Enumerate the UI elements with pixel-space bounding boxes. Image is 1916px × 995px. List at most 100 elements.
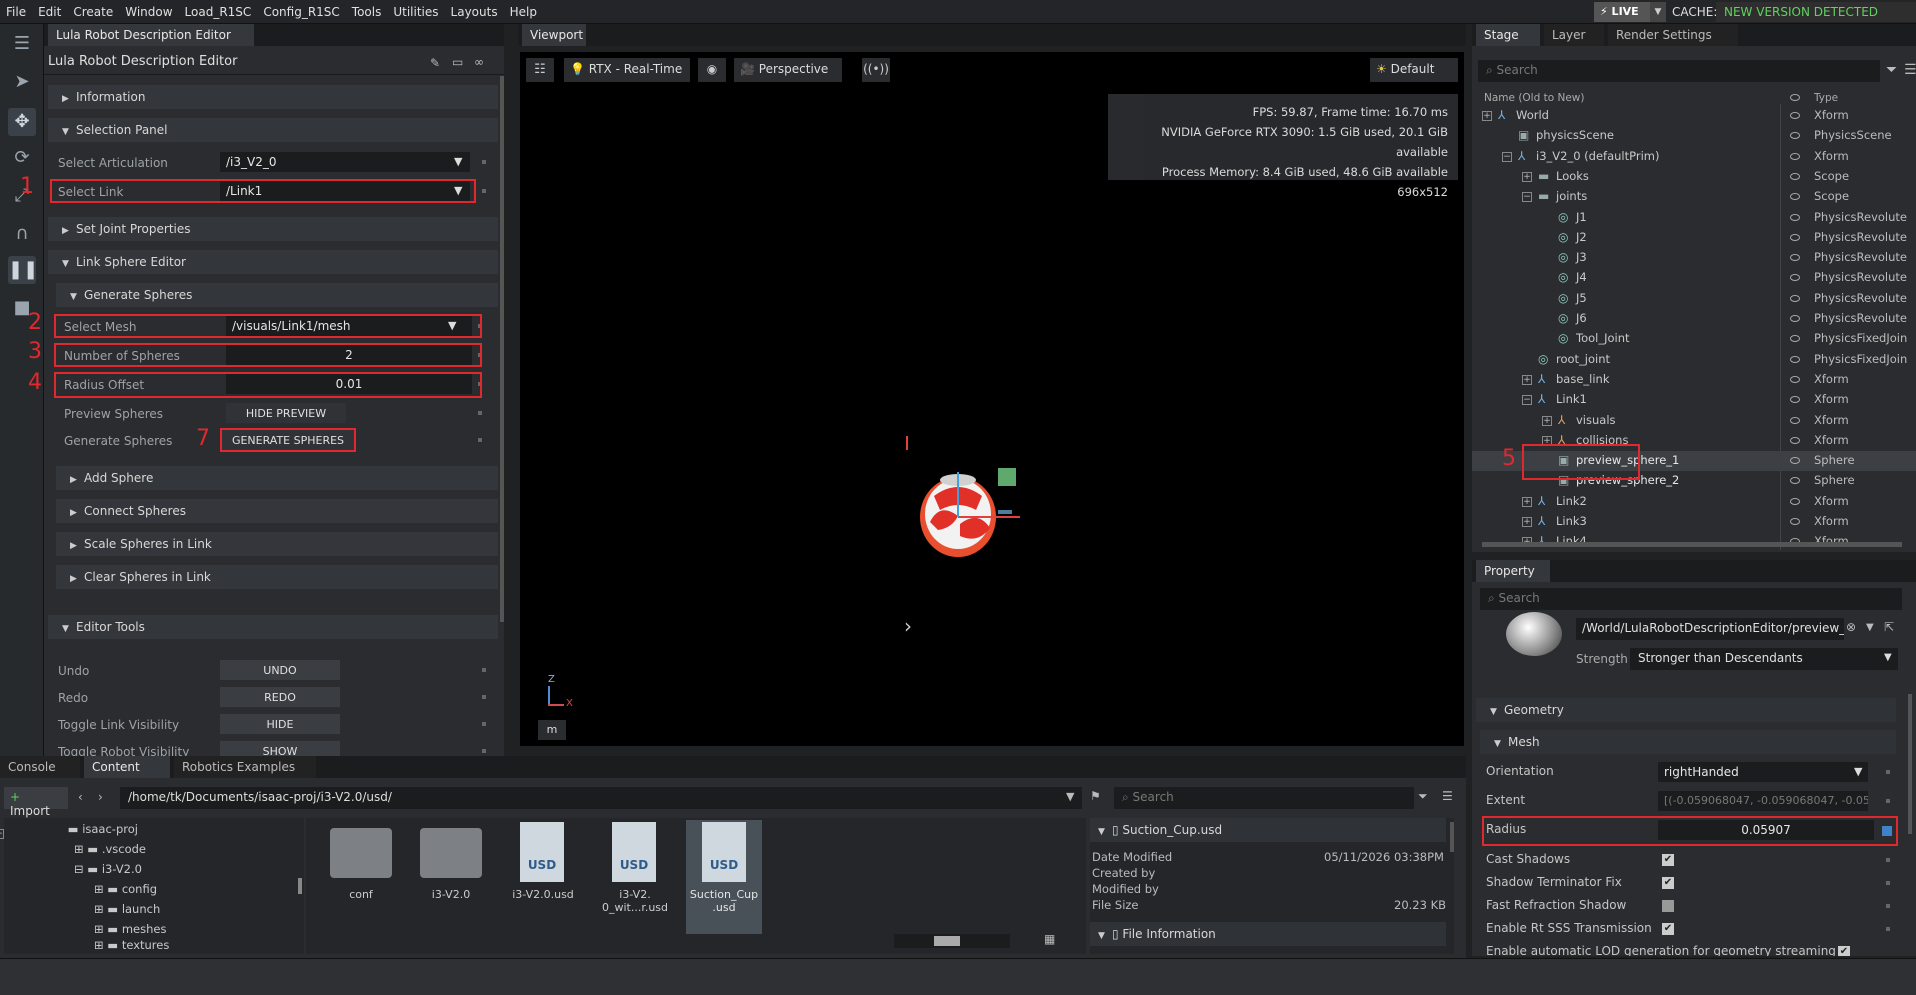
- green-gizmo-handle[interactable]: [998, 468, 1016, 486]
- menu-file[interactable]: File: [0, 0, 32, 19]
- visibility-eye-icon[interactable]: [1790, 436, 1800, 444]
- visibility-eye-icon[interactable]: [1790, 233, 1800, 241]
- stage-row[interactable]: ◎ J2 PhysicsRevolute: [1472, 228, 1916, 248]
- expand-icon[interactable]: +: [1482, 111, 1492, 121]
- tree-item-config[interactable]: ⊞ ▬ config: [94, 882, 157, 898]
- visibility-eye-icon[interactable]: [1790, 294, 1800, 302]
- usd-file-icon[interactable]: USD: [702, 822, 746, 882]
- content-path-field[interactable]: /home/tk/Documents/isaac-proj/i3-V2.0/us…: [120, 787, 1082, 809]
- visibility-eye-icon[interactable]: [1790, 396, 1800, 404]
- menu-edit[interactable]: Edit: [32, 0, 67, 19]
- stage-row[interactable]: + ⅄ Link3 Xform: [1472, 512, 1916, 532]
- stage-row[interactable]: − ▬ joints Scope: [1472, 187, 1916, 207]
- stage-row[interactable]: ◎ Tool_Joint PhysicsFixedJoin: [1472, 329, 1916, 349]
- menu-load-r1sc[interactable]: Load_R1SC: [179, 0, 258, 19]
- stage-row[interactable]: ◎ root_joint PhysicsFixedJoin: [1472, 350, 1916, 370]
- stage-row[interactable]: ▣ physicsScene PhysicsScene: [1472, 126, 1916, 146]
- content-search-input[interactable]: ⌕ Search: [1114, 787, 1414, 809]
- section-link-sphere-editor[interactable]: ▼ Link Sphere Editor: [48, 250, 498, 274]
- visibility-eye-icon[interactable]: [1790, 416, 1800, 424]
- tree-item-vscode[interactable]: ⊞ ▬ .vscode: [74, 842, 146, 858]
- section-mesh[interactable]: ▼ Mesh: [1480, 730, 1896, 754]
- visibility-eye-icon[interactable]: [1790, 152, 1800, 160]
- menu-help[interactable]: Help: [504, 0, 543, 19]
- stage-search-input[interactable]: ⌕ Search: [1478, 60, 1880, 82]
- link-icon[interactable]: ∞: [474, 55, 484, 69]
- redo-button[interactable]: REDO: [220, 687, 340, 707]
- tree-item-meshes[interactable]: ⊞ ▬ meshes: [94, 922, 166, 938]
- live-button[interactable]: ⚡ LIVE: [1594, 2, 1650, 22]
- stage-row[interactable]: + ⅄ base_link Xform: [1472, 370, 1916, 390]
- eye-icon[interactable]: ◉: [698, 58, 726, 82]
- tab-property[interactable]: Property: [1476, 560, 1550, 582]
- select-articulation-dropdown[interactable]: /i3_V2_0: [220, 152, 470, 172]
- forward-arrow-icon[interactable]: ›: [98, 790, 103, 804]
- go-to-icon[interactable]: ⇱: [1884, 620, 1894, 634]
- menu-window[interactable]: Window: [119, 0, 178, 19]
- lighting-button[interactable]: ☀ Default: [1370, 58, 1458, 82]
- section-geometry[interactable]: ▼ Geometry: [1476, 698, 1896, 722]
- hide-link-button[interactable]: HIDE: [220, 714, 340, 734]
- chevron-down-icon[interactable]: ▼: [1066, 790, 1074, 803]
- section-generate-spheres[interactable]: ▼ Generate Spheres: [56, 283, 498, 307]
- visibility-eye-icon[interactable]: [1790, 335, 1800, 343]
- col-name-header[interactable]: Name (Old to New): [1484, 92, 1584, 104]
- menu-tools[interactable]: Tools: [346, 0, 388, 19]
- tab-render-settings[interactable]: Render Settings: [1608, 24, 1738, 46]
- expand-icon[interactable]: +: [1542, 415, 1552, 426]
- usd-file-icon[interactable]: USD: [612, 822, 656, 882]
- collapse-icon[interactable]: −: [1522, 192, 1532, 203]
- visibility-eye-icon[interactable]: [1790, 132, 1800, 140]
- viewport-settings-icon[interactable]: ☷: [526, 58, 554, 82]
- move-tool-icon[interactable]: ✥: [8, 108, 36, 136]
- tree-item-launch[interactable]: ⊞ ▬ launch: [94, 902, 160, 918]
- enable-lod-checkbox[interactable]: ✔: [1838, 946, 1850, 956]
- info-scrollbar[interactable]: [1450, 822, 1454, 852]
- strength-dropdown[interactable]: Stronger than Descendants: [1630, 648, 1898, 670]
- stage-row[interactable]: − ⅄ Link1 Xform: [1472, 390, 1916, 410]
- chevron-right-icon[interactable]: ›: [904, 614, 912, 638]
- cast-shadows-checkbox[interactable]: ✔: [1662, 854, 1674, 866]
- stage-row[interactable]: + ⅄ World Xform: [1472, 106, 1916, 126]
- collapse-icon[interactable]: −: [1502, 151, 1512, 162]
- collapse-icon[interactable]: −: [1522, 395, 1532, 406]
- visibility-eye-icon[interactable]: [1790, 518, 1800, 525]
- undo-button[interactable]: UNDO: [220, 660, 340, 680]
- visibility-eye-icon[interactable]: [1790, 213, 1800, 221]
- stage-row[interactable]: ◎ J1 PhysicsRevolute: [1472, 208, 1916, 228]
- grid-view-icon[interactable]: ▦: [1044, 932, 1055, 946]
- section-add-sphere[interactable]: ▶ Add Sphere: [56, 466, 498, 490]
- col-type-header[interactable]: Type: [1814, 92, 1838, 104]
- menu-icon[interactable]: ☰: [1904, 62, 1916, 78]
- visibility-eye-icon[interactable]: [1790, 193, 1800, 201]
- clear-icon[interactable]: ⊗: [1846, 620, 1856, 634]
- visibility-eye-icon[interactable]: [1790, 274, 1800, 282]
- render-mode-button[interactable]: 💡 RTX - Real-Time: [564, 58, 690, 82]
- section-file-details[interactable]: ▼ ▯ Suction_Cup.usd: [1090, 818, 1446, 842]
- folder-icon[interactable]: [330, 828, 392, 878]
- visibility-eye-icon[interactable]: [1790, 497, 1800, 505]
- tree-item-isaac-proj[interactable]: − ▬ isaac-proj: [0, 822, 138, 839]
- viewport-canvas[interactable]: ☷ 💡 RTX - Real-Time ◉ 🎥 Perspective ((•)…: [520, 52, 1464, 746]
- visibility-eye-icon[interactable]: [1790, 254, 1800, 262]
- snap-tool-icon[interactable]: ∩: [8, 220, 36, 248]
- rotate-tool-icon[interactable]: ⟳: [8, 144, 36, 172]
- section-set-joint-properties[interactable]: ▶ Set Joint Properties: [48, 217, 498, 241]
- visibility-eye-icon[interactable]: [1790, 375, 1800, 383]
- filter-icon[interactable]: ⏷: [1418, 789, 1428, 804]
- robot-link-model[interactable]: [900, 452, 1050, 572]
- stage-row[interactable]: ◎ J5 PhysicsRevolute: [1472, 289, 1916, 309]
- stage-row[interactable]: ◎ J6 PhysicsRevolute: [1472, 309, 1916, 329]
- visibility-eye-icon[interactable]: [1790, 315, 1800, 322]
- select-tool-icon[interactable]: ➤: [8, 68, 36, 96]
- section-file-information[interactable]: ▼ ▯ File Information: [1090, 922, 1446, 946]
- fast-refraction-checkbox[interactable]: [1662, 900, 1674, 912]
- section-connect-spheres[interactable]: ▶ Connect Spheres: [56, 499, 498, 523]
- tab-layer[interactable]: Layer: [1544, 24, 1604, 46]
- stage-row[interactable]: ◎ J3 PhysicsRevolute: [1472, 248, 1916, 268]
- expand-icon[interactable]: +: [1522, 496, 1532, 507]
- tree-item-textures[interactable]: ⊞ ▬ textures: [94, 938, 169, 954]
- visibility-eye-icon[interactable]: [1790, 172, 1800, 180]
- grid-menu-icon[interactable]: ☰: [8, 30, 36, 58]
- hide-preview-button[interactable]: HIDE PREVIEW: [226, 403, 346, 423]
